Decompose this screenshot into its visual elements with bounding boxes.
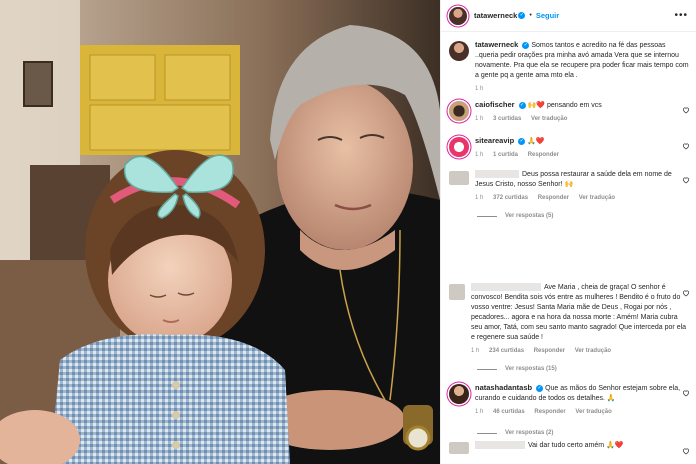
author-avatar[interactable] [449,6,467,25]
comment-likes[interactable]: 46 curtidas [493,409,525,415]
view-replies-label: Ver respostas (5) [505,213,554,219]
verified-icon: ✓ [522,41,530,49]
commenter-avatar[interactable] [449,101,469,121]
caption: tatawerneck ✓ Somos tantos e acredito na … [449,40,690,94]
comment-username[interactable] [475,170,519,179]
like-heart-icon[interactable] [682,389,690,397]
view-replies-link[interactable]: Ver respostas (5) [477,213,553,219]
commenter-avatar[interactable] [449,171,469,185]
verified-icon: ✓ [518,12,526,19]
commenter-avatar[interactable] [449,442,469,454]
comment-body: Deus possa restaurar a saúde dela em nom… [475,170,690,203]
follow-button[interactable]: Seguir [536,11,559,20]
comment-text: Ave Maria , cheia de graça! O senhor é c… [471,284,687,341]
comment-body: Ave Maria , cheia de graça! O senhor é c… [471,283,690,356]
reply-link[interactable]: Responder [534,409,565,415]
comment-meta: 1 h 372 curtidas Responder Ver tradução [475,193,690,203]
comment-username[interactable] [471,283,541,292]
translate-link[interactable]: Ver tradução [575,348,611,354]
comment-meta: 1 h 234 curtidas Responder Ver tradução [471,346,690,356]
comment-likes[interactable]: 234 curtidas [489,348,524,354]
comment-meta: 1 h 3 curtidas Ver tradução [475,114,690,124]
comment-item: Ave Maria , cheia de graça! O senhor é c… [449,283,690,356]
separator-dot: • [529,12,532,19]
comment-body: Vai dar tudo certo amém 🙏❤️ [475,441,690,454]
caption-time: 1 h [475,86,484,92]
comment-item: siteareavip ✓ 🙏❤️ 1 h 1 curtida Responder [449,136,690,160]
view-replies-label: Ver respostas (2) [505,430,554,436]
caption-username[interactable]: tatawerneck [475,40,518,49]
translate-link[interactable]: Ver tradução [579,195,615,201]
more-options-icon[interactable]: ••• [674,10,688,21]
comment-item: natashadantasb ✓ Que as mãos do Senhor es… [449,383,690,417]
comment-time: 1 h [475,409,484,415]
commenter-avatar[interactable] [449,384,469,404]
view-replies-link[interactable]: Ver respostas (15) [477,366,557,372]
verified-icon: ✓ [518,137,526,145]
comment-body: siteareavip ✓ 🙏❤️ 1 h 1 curtida Responder [475,136,690,160]
comment-username[interactable] [475,441,525,450]
verified-icon: ✓ [518,101,526,109]
post-photo [0,0,440,464]
comment-body: caiofischer ✓ 🙌❤️ pensando em vcs 1 h 3 c… [475,100,690,124]
comment-time: 1 h [475,152,484,158]
translate-link[interactable]: Ver tradução [531,116,567,122]
caption-meta: 1 h [475,84,690,94]
author-avatar[interactable] [449,41,469,61]
comment-item: Vai dar tudo certo amém 🙏❤️ [449,441,690,455]
like-heart-icon[interactable] [682,176,690,184]
reply-link[interactable]: Responder [538,195,569,201]
like-heart-icon[interactable] [682,447,690,455]
comment-likes[interactable]: 1 curtida [493,152,518,158]
comment-username[interactable]: siteareavip [475,136,514,145]
comment-item: Deus possa restaurar a saúde dela em nom… [449,170,690,203]
comment-meta: 1 h 46 curtidas Responder Ver tradução [475,407,690,417]
comment-time: 1 h [471,348,480,354]
post-header: tatawerneck ✓ • Seguir ••• [441,0,696,32]
comment-text: 🙏❤️ [527,138,545,145]
comments-panel: tatawerneck ✓ • Seguir ••• tatawerneck ✓ … [440,0,696,464]
translate-link[interactable]: Ver tradução [575,409,611,415]
comment-likes[interactable]: 3 curtidas [493,116,521,122]
author-username[interactable]: tatawerneck [474,11,517,20]
verified-icon: ✓ [536,384,544,392]
comment-likes[interactable]: 372 curtidas [493,195,528,201]
photo-illustration [0,0,440,464]
view-replies-label: Ver respostas (15) [505,366,557,372]
commenter-avatar[interactable] [449,284,465,300]
caption-body: tatawerneck ✓ Somos tantos e acredito na … [475,40,690,94]
comment-username[interactable]: natashadantasb [475,383,532,392]
comment-text: 🙌❤️ pensando em vcs [527,102,602,109]
comment-text: Vai dar tudo certo amém 🙏❤️ [528,442,624,449]
comment-username[interactable]: caiofischer [475,100,515,109]
like-heart-icon[interactable] [682,106,690,114]
view-replies-link[interactable]: Ver respostas (2) [477,430,553,436]
reply-link[interactable]: Responder [528,152,559,158]
like-heart-icon[interactable] [682,289,690,297]
comment-meta: 1 h 1 curtida Responder [475,150,690,160]
comments-list[interactable]: tatawerneck ✓ Somos tantos e acredito na … [441,33,696,464]
reply-link[interactable]: Responder [534,348,565,354]
comment-time: 1 h [475,195,484,201]
comment-time: 1 h [475,116,484,122]
commenter-avatar[interactable] [449,137,469,157]
like-heart-icon[interactable] [682,142,690,150]
comment-item: caiofischer ✓ 🙌❤️ pensando em vcs 1 h 3 c… [449,100,690,124]
comment-body: natashadantasb ✓ Que as mãos do Senhor es… [475,383,690,417]
